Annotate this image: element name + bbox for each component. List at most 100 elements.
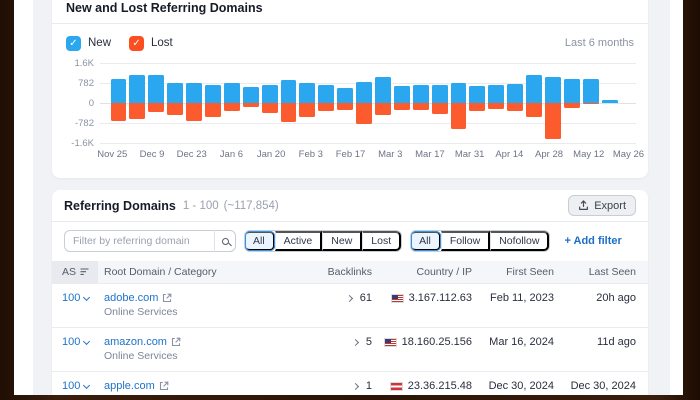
table-row[interactable]: 100apple.comOnline ServicesNofollow123.3… xyxy=(52,371,648,395)
domain-name: adobe.com xyxy=(104,292,158,304)
table-row[interactable]: 100 adobe.com Online Services 61 3.167.112.6… xyxy=(52,283,648,327)
new-bar xyxy=(488,85,504,104)
domain-filter-input[interactable] xyxy=(64,230,236,252)
ip-value: 23.36.215.48 xyxy=(408,380,472,392)
lost-bar xyxy=(451,103,467,129)
export-button[interactable]: Export xyxy=(568,195,636,216)
new-bar xyxy=(469,86,485,104)
table-body: 100 adobe.com Online Services 61 3.167.112.6… xyxy=(52,283,648,395)
domain-category: Online Services xyxy=(104,306,262,318)
column-header-backlinks[interactable]: Backlinks xyxy=(268,261,378,283)
ip-wrap: 3.167.112.63 xyxy=(384,292,472,304)
x-tick-label: Dec 23 xyxy=(177,149,207,160)
bar-group[interactable] xyxy=(355,63,374,143)
bar-group[interactable] xyxy=(241,63,260,143)
bar-group[interactable] xyxy=(449,63,468,143)
new-bar xyxy=(111,79,127,104)
new-bar xyxy=(148,75,164,103)
domain-link[interactable]: apple.com xyxy=(104,380,169,392)
column-header-country-ip[interactable]: Country / IP xyxy=(378,261,478,283)
us-flag-icon xyxy=(391,294,404,303)
external-link-icon[interactable] xyxy=(171,337,181,347)
external-link-icon[interactable] xyxy=(159,381,169,391)
column-header-domain[interactable]: Root Domain / Category xyxy=(98,261,268,283)
bar-group[interactable] xyxy=(392,63,411,143)
domain-cell: adobe.com Online Services xyxy=(98,284,268,327)
column-header-first-seen[interactable]: First Seen xyxy=(478,261,560,283)
expand-chevron-icon[interactable] xyxy=(346,294,353,301)
chevron-down-icon xyxy=(83,338,90,345)
bar-group[interactable] xyxy=(128,63,147,143)
bar-group[interactable] xyxy=(166,63,185,143)
column-header-last-seen[interactable]: Last Seen xyxy=(560,261,648,283)
as-cell: 100 xyxy=(52,372,98,395)
filter-option-new[interactable]: New xyxy=(322,231,362,251)
bar-group[interactable] xyxy=(411,63,430,143)
country-ip-cell: 23.36.215.48 xyxy=(378,372,478,395)
x-tick-label: Dec 9 xyxy=(140,149,165,160)
chart-bars xyxy=(100,63,636,143)
filter-option-nofollow[interactable]: Nofollow xyxy=(490,231,549,251)
bar-group[interactable] xyxy=(581,63,600,143)
bar-group[interactable] xyxy=(279,63,298,143)
legend-label-new: New xyxy=(88,37,111,49)
bar-group[interactable] xyxy=(373,63,392,143)
backlinks-cell: 61 xyxy=(268,284,378,327)
bar-group[interactable] xyxy=(543,63,562,143)
new-bar xyxy=(583,79,599,103)
filter-option-lost[interactable]: Lost xyxy=(362,231,401,251)
bar-group[interactable] xyxy=(487,63,506,143)
search-button[interactable] xyxy=(214,230,236,252)
table-card-header: Referring Domains 1 - 100 (~117,854) Exp… xyxy=(52,190,648,222)
domain-link[interactable]: amazon.com xyxy=(104,336,181,348)
expand-chevron-icon[interactable] xyxy=(352,382,359,389)
bar-group[interactable] xyxy=(600,63,619,143)
bar-group[interactable] xyxy=(317,63,336,143)
chart-plot xyxy=(100,63,636,143)
bar-group[interactable] xyxy=(260,63,279,143)
as-dropdown[interactable]: 100 xyxy=(58,336,92,348)
bar-group[interactable] xyxy=(430,63,449,143)
bar-group[interactable] xyxy=(562,63,581,143)
bar-group[interactable] xyxy=(109,63,128,143)
new-bar xyxy=(167,83,183,103)
add-filter-button[interactable]: + Add filter xyxy=(564,235,621,247)
us-flag-icon xyxy=(384,338,397,347)
bar-group[interactable] xyxy=(468,63,487,143)
bar-group[interactable] xyxy=(222,63,241,143)
lost-checkbox-icon[interactable]: ✓ xyxy=(129,36,144,51)
bar-group[interactable] xyxy=(525,63,544,143)
filter-option-follow[interactable]: Follow xyxy=(441,231,490,251)
as-dropdown[interactable]: 100 xyxy=(58,380,92,392)
column-header-as[interactable]: AS xyxy=(52,261,98,283)
legend-item-new[interactable]: ✓ New xyxy=(66,36,111,51)
bar-group[interactable] xyxy=(185,63,204,143)
lost-bar xyxy=(583,103,599,104)
new-checkbox-icon[interactable]: ✓ xyxy=(66,36,81,51)
filter-option-all[interactable]: All xyxy=(245,231,275,251)
new-bar xyxy=(224,83,240,103)
new-bar xyxy=(281,80,297,104)
chevron-down-icon xyxy=(83,294,90,301)
filter-option-all[interactable]: All xyxy=(411,231,441,251)
bar-group[interactable] xyxy=(506,63,525,143)
table-row[interactable]: 100amazon.comOnline Services518.160.25.1… xyxy=(52,327,648,371)
backlinks-value: 1 xyxy=(366,380,372,392)
chart-x-axis: Nov 25Dec 9Dec 23Jan 6Jan 20Feb 3Feb 17M… xyxy=(100,149,636,163)
lost-bar xyxy=(564,103,580,108)
filter-option-active[interactable]: Active xyxy=(275,231,323,251)
export-icon xyxy=(578,200,589,211)
external-link-icon[interactable] xyxy=(162,293,172,303)
expand-chevron-icon[interactable] xyxy=(352,338,359,345)
as-dropdown[interactable]: 100 xyxy=(58,292,92,304)
referring-domains-table: AS Root Domain / Category Backlinks Coun… xyxy=(52,261,648,395)
legend-item-lost[interactable]: ✓ Lost xyxy=(129,36,173,51)
domain-link[interactable]: adobe.com xyxy=(104,292,172,304)
bar-group[interactable] xyxy=(298,63,317,143)
export-label: Export xyxy=(594,200,626,212)
new-bar xyxy=(602,100,618,103)
new-bar xyxy=(243,87,259,104)
bar-group[interactable] xyxy=(203,63,222,143)
bar-group[interactable] xyxy=(147,63,166,143)
bar-group[interactable] xyxy=(336,63,355,143)
